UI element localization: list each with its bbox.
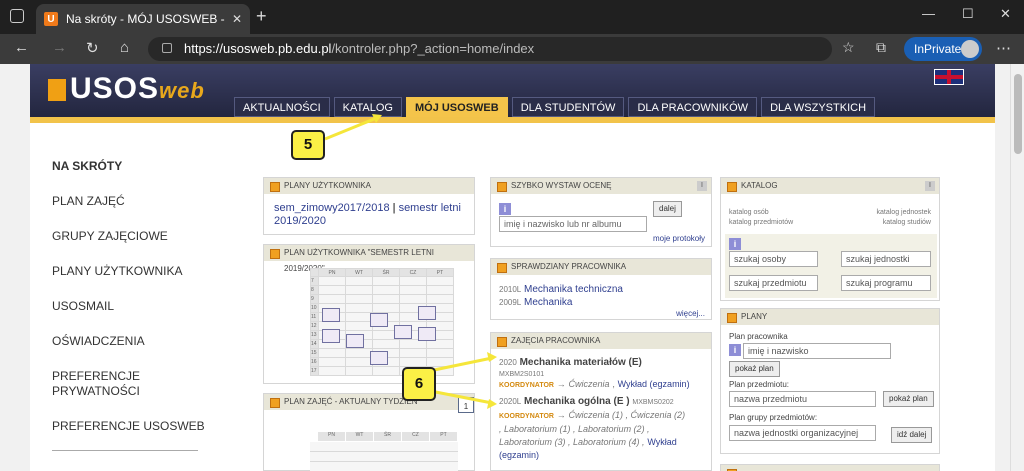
page-scrollbar[interactable] xyxy=(1010,64,1024,471)
favorites-icon[interactable]: ☆ xyxy=(842,39,855,56)
refresh-icon[interactable]: ↻ xyxy=(86,39,99,57)
back-icon[interactable]: ← xyxy=(14,39,29,56)
tab-title: Na skróty - MÓJ USOSWEB - US xyxy=(66,12,226,26)
close-tab-icon[interactable]: ✕ xyxy=(232,12,242,26)
arrow-head-icon xyxy=(487,399,497,409)
browser-tab[interactable]: U Na skróty - MÓJ USOSWEB - US ✕ xyxy=(36,4,250,34)
callout-6: 6 xyxy=(402,367,436,401)
minimize-icon[interactable]: — xyxy=(922,6,935,21)
url-host: https://usosweb.pb.edu.pl xyxy=(184,41,332,56)
lock-icon xyxy=(162,43,172,53)
url-field[interactable]: https://usosweb.pb.edu.pl/kontroler.php?… xyxy=(148,37,832,61)
favicon-icon: U xyxy=(44,12,58,26)
forward-icon[interactable]: → xyxy=(52,39,67,56)
inprivate-label: InPrivate xyxy=(914,42,962,56)
url-path: /kontroler.php?_action=home/index xyxy=(331,41,535,56)
avatar xyxy=(961,40,979,58)
address-bar: ← → ↻ ⌂ https://usosweb.pb.edu.pl/kontro… xyxy=(0,34,1024,64)
maximize-icon[interactable]: ☐ xyxy=(962,6,974,22)
more-icon[interactable]: ⋯ xyxy=(996,39,1011,57)
inprivate-button[interactable]: InPrivate xyxy=(904,37,982,61)
home-icon[interactable]: ⌂ xyxy=(120,39,129,56)
arrow-head-icon xyxy=(487,352,497,362)
callout-arrows xyxy=(324,114,497,409)
tab-actions-icon[interactable] xyxy=(10,9,24,23)
new-tab-icon[interactable]: + xyxy=(256,6,267,27)
scrollbar-thumb[interactable] xyxy=(1014,74,1022,154)
callout-5: 5 xyxy=(291,130,325,160)
web-page: USOSweb AKTUALNOŚCI KATALOG MÓJ USOSWEB … xyxy=(0,64,1010,471)
callout-arrow xyxy=(324,115,380,141)
collections-icon[interactable]: ⧉ xyxy=(876,39,886,56)
close-window-icon[interactable]: ✕ xyxy=(1000,6,1011,22)
browser-tab-bar: U Na skróty - MÓJ USOSWEB - US ✕ + — ☐ ✕ xyxy=(0,0,1024,34)
